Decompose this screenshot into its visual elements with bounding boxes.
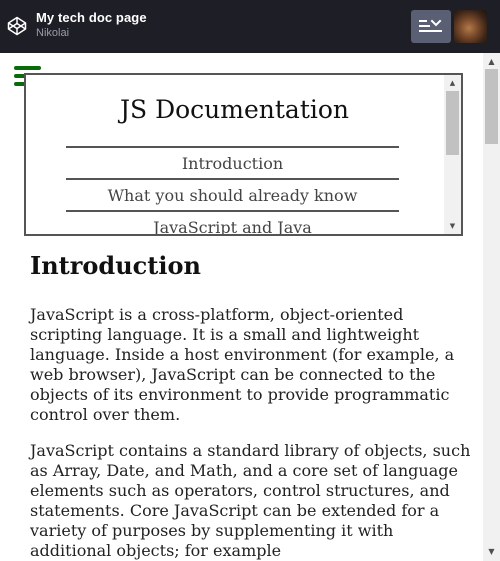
nav-link-javascript-and-java[interactable]: JavaScript and Java [66,210,399,234]
view-toggle-button[interactable] [411,10,451,43]
page-scroll-up-arrow-icon[interactable]: ▲ [483,55,500,69]
nav-link-what-you-should-already-know[interactable]: What you should already know [66,178,399,210]
nav-title: JS Documentation [119,95,350,124]
nav-scrollbar[interactable]: ▲ ▼ [444,75,461,234]
scroll-down-arrow-icon[interactable]: ▼ [444,220,461,232]
section-heading: Introduction [30,251,201,280]
view-toggle-icon [419,19,442,32]
page-scroll-down-arrow-icon[interactable]: ▼ [483,545,500,559]
nav-link-introduction[interactable]: Introduction [66,146,399,178]
navbar: JS Documentation Introduction What you s… [24,73,463,236]
top-bar: My tech doc page Nikolai [0,0,500,53]
preview-frame: JS Documentation Introduction What you s… [0,53,483,561]
user-avatar[interactable] [454,10,487,43]
pen-title[interactable]: My tech doc page [36,10,147,25]
page-scroll-thumb[interactable] [485,69,498,144]
intro-paragraph-1: JavaScript is a cross-platform, object-o… [30,305,455,424]
page-scrollbar[interactable]: ▲ ▼ [483,53,500,561]
intro-paragraph-2: JavaScript contains a standard library o… [30,441,471,560]
codepen-icon[interactable] [7,16,27,36]
nav-scroll-thumb[interactable] [446,91,459,155]
pen-author[interactable]: Nikolai [36,27,69,39]
nav-list: Introduction What you should already kno… [66,146,399,234]
scroll-up-arrow-icon[interactable]: ▲ [444,77,461,89]
